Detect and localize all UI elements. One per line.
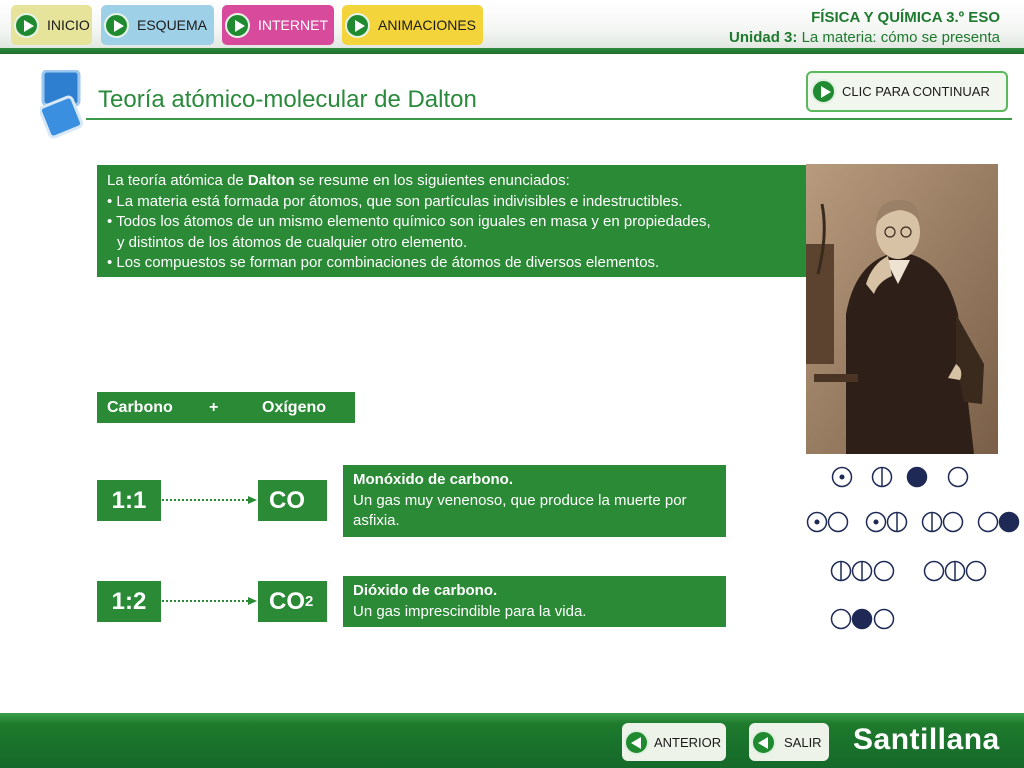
esquema-button[interactable]: ESQUEMA xyxy=(101,5,214,45)
animaciones-button[interactable]: ANIMACIONES xyxy=(342,5,483,45)
section-logo-icon xyxy=(40,70,84,139)
salir-label: SALIR xyxy=(784,734,822,750)
intro-bullet-2: • Todos los átomos de un mismo elemento … xyxy=(107,213,711,230)
top-bar-divider xyxy=(0,48,1024,54)
anterior-button[interactable]: ANTERIOR xyxy=(622,723,726,761)
intro-lead-rest: se resume en los siguientes enunciados: xyxy=(294,172,570,189)
anterior-label: ANTERIOR xyxy=(654,734,722,750)
dalton-atom-symbols xyxy=(806,466,1020,630)
co2-name: Dióxido de carbono. xyxy=(353,582,498,599)
unit-name: La materia: cómo se presenta xyxy=(801,29,1000,46)
play-icon xyxy=(14,12,39,38)
back-arrow-icon xyxy=(624,729,649,755)
formula-co2-text: CO xyxy=(269,587,305,615)
santillana-logo: Santillana xyxy=(853,723,1000,756)
co2-description: Un gas imprescindible para la vida. xyxy=(353,602,587,620)
dalton-portrait xyxy=(806,164,998,454)
formula-co2: CO 2 xyxy=(258,581,327,622)
element-oxygen: Oxígeno xyxy=(262,398,327,416)
formula-co: CO xyxy=(258,480,327,521)
co-description: Un gas muy venenoso, que produce la muer… xyxy=(353,491,687,530)
internet-button[interactable]: INTERNET xyxy=(222,5,334,45)
reactants-bar: Carbono + Oxígeno xyxy=(97,392,355,423)
co2-description-box: Dióxido de carbono. Un gas imprescindibl… xyxy=(343,576,726,627)
intro-lead-text: La teoría atómica de xyxy=(107,172,248,189)
co-description-box: Monóxido de carbono. Un gas muy venenoso… xyxy=(343,465,726,537)
play-icon xyxy=(811,79,836,104)
salir-button[interactable]: SALIR xyxy=(749,723,829,761)
play-icon xyxy=(225,12,250,38)
animaciones-label: ANIMACIONES xyxy=(378,17,477,33)
internet-label: INTERNET xyxy=(258,17,328,33)
intro-bullet-1: • La materia está formada por átomos, qu… xyxy=(107,192,683,210)
intro-lead-bold: Dalton xyxy=(247,172,295,189)
ratio-1-2: 1:2 xyxy=(97,581,161,622)
ratio-1-1: 1:1 xyxy=(97,480,161,521)
continue-button[interactable]: CLIC PARA CONTINUAR xyxy=(806,71,1008,112)
continue-label: CLIC PARA CONTINUAR xyxy=(842,84,990,99)
formula-co-text: CO xyxy=(269,486,305,514)
intro-bullet-2-cont: y distintos de los átomos de cualquier o… xyxy=(117,233,468,251)
unit-line: Unidad 3: La materia: cómo se presenta xyxy=(729,28,1000,48)
formula-co2-subscript: 2 xyxy=(305,593,314,610)
dotted-arrow-icon xyxy=(162,496,257,504)
intro-lead: La teoría atómica de Dalton se resume en… xyxy=(107,171,796,192)
title-divider xyxy=(86,118,1012,120)
play-icon xyxy=(345,12,370,38)
course-heading: FÍSICA Y QUÍMICA 3.º ESO Unidad 3: La ma… xyxy=(729,8,1000,48)
element-carbon: Carbono xyxy=(107,398,173,416)
inicio-button[interactable]: INICIO xyxy=(11,5,92,45)
intro-bullet-3: • Los compuestos se forman por combinaci… xyxy=(107,254,660,271)
esquema-label: ESQUEMA xyxy=(137,17,208,33)
course-title: FÍSICA Y QUÍMICA 3.º ESO xyxy=(811,9,1000,26)
plus-sign: + xyxy=(209,398,219,416)
dalton-theory-box: La teoría atómica de Dalton se resume en… xyxy=(97,165,806,277)
inicio-label: INICIO xyxy=(47,17,90,33)
unit-label: Unidad 3: xyxy=(729,29,798,46)
co-name: Monóxido de carbono. xyxy=(353,471,513,488)
back-arrow-icon xyxy=(751,729,776,755)
page-title: Teoría atómico-molecular de Dalton xyxy=(98,86,477,113)
dotted-arrow-icon xyxy=(162,597,257,605)
play-icon xyxy=(104,12,129,38)
